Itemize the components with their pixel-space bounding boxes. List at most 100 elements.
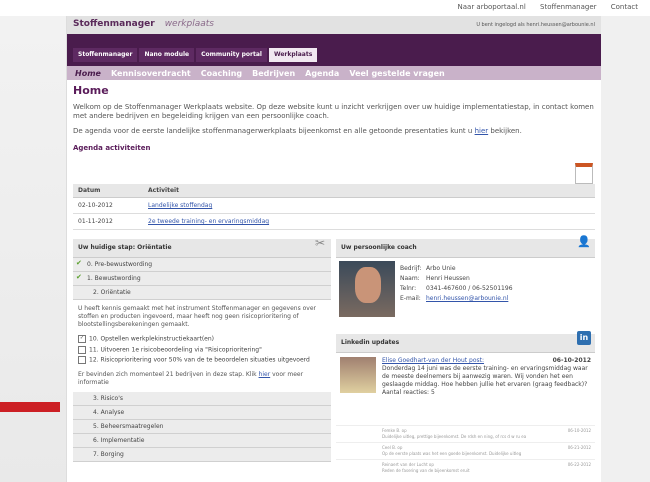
subnav-bedrijven[interactable]: Bedrijven [252,69,295,78]
reply-name: Ceel B. op [382,445,403,450]
main-content: Home Welkom op de Stoffenmanager Werkpla… [73,84,595,152]
agenda-activity-link[interactable]: Landelijke stoffendag [148,202,212,209]
calendar-icon [575,163,593,184]
step-item[interactable]: 7. Borging [73,447,331,462]
checklist-item: 11. Uitvoeren 1e risicobeoordeling via "… [73,345,331,356]
step-item[interactable]: 1. Bewustwording [73,272,331,286]
agenda-title: Agenda activiteiten [73,144,151,152]
checkbox[interactable] [78,356,86,364]
checklist-label: 10. Opstellen werkplekinstructiekaart(en… [89,335,215,343]
agenda-header-date: Datum [73,184,143,198]
linkedin-panel-header: Linkedin updates in [336,331,595,353]
step-item[interactable]: 6. Implementatie [73,433,331,448]
checklist-item: 12. Risicoprioritering voor 50% van de t… [73,355,331,366]
link-contact[interactable]: Contact [611,3,638,11]
sub-navigation: Home Kennisoverdracht Coaching Bedrijven… [67,66,601,80]
agenda-table: Datum Activiteit 02-10-2012 Landelijke s… [73,184,595,230]
tab-community-portal[interactable]: Community portal [196,48,267,62]
right-background [600,16,650,482]
table-row: 01-11-2012 2e tweede training- en ervari… [73,213,595,230]
update-text: Donderdag 14 juni was de eerste training… [382,365,588,388]
coach-info: Bedrijf: Arbo Unie Naam: Henri Heussen Tel… [400,264,513,304]
intro2-post: bekijken. [488,127,522,135]
intro2-pre: De agenda voor de eerste landelijke stof… [73,127,475,135]
step-item[interactable]: 4. Analyse [73,405,331,420]
subnav-faq[interactable]: Veel gestelde vragen [349,69,444,78]
agenda-activity: Landelijke stoffendag [143,197,595,214]
tools-icon: ✂ [314,236,325,250]
coach-phone: 0341-467600 / 06-52501196 [426,285,513,292]
linkedin-panel-title: Linkedin updates [341,339,400,346]
agenda-date: 01-11-2012 [73,213,143,230]
agenda-header-activity: Activiteit [143,184,595,198]
person-icon: 👤 [577,235,591,248]
logged-in-text: U bent ingelogd als henri.heussen@arboun… [476,22,595,28]
checklist-label: 12. Risicoprioritering voor 50% van de t… [89,356,310,364]
coach-label: Naam: [400,275,420,282]
page-title: Home [73,84,109,97]
top-links: Naar arboportaal.nl Stoffenmanager Conta… [446,3,639,11]
step-item[interactable]: 0. Pre-bewustwording [73,258,331,272]
update-author-link[interactable]: Elise Goedhart-van der Hout post: [382,357,484,364]
checkbox[interactable] [78,345,86,354]
logo[interactable]: Stoffenmanager werkplaats [73,19,214,29]
subnav-agenda[interactable]: Agenda [305,69,339,78]
update-body: Elise Goedhart-van der Hout post: Donder… [382,357,588,397]
logo-sub: werkplaats [164,19,214,29]
link-arboportaal[interactable]: Naar arboportaal.nl [458,3,526,11]
top-bar: Naar arboportaal.nl Stoffenmanager Conta… [0,0,650,16]
tab-nano-module[interactable]: Nano module [139,48,195,62]
reply-text: Duidelijke uitleg, prettige bijeenkomst.… [382,434,527,439]
intro-text-2: De agenda voor de eerste landelijke stof… [73,127,595,136]
reply-item: Ceel B. op 06-21-2012 Op de eerste plaats … [336,442,595,459]
reply-text: Reden de fasering van de bijeenkomst eru… [382,468,470,473]
linkedin-update: 06-10-2012 Elise Goedhart-van der Hout p… [336,353,595,425]
logo-name: Stoffenmanager [73,19,155,29]
coach-card: Bedrijf: Arbo Unie Naam: Henri Heussen Tel… [336,258,595,322]
step-panel-header: Uw huidige stap: Oriëntatie ✂ [73,236,331,258]
page: Stoffenmanager werkplaats U bent ingelogd… [66,16,601,482]
coach-name: Henri Heussen [426,275,470,282]
coach-panel-title: Uw persoonlijke coach [341,244,417,251]
subnav-coaching[interactable]: Coaching [201,69,242,78]
subnav-kennisoverdracht[interactable]: Kennisoverdracht [111,69,191,78]
checklist-label: 11. Uitvoeren 1e risicobeoordeling via "… [89,346,262,353]
red-accent-bar [0,402,60,412]
agenda-here-link[interactable]: hier [475,127,489,135]
reply-text: Op de eerste plaats was het een goede bi… [382,451,522,456]
reply-item: Reinaert van der Lucht op 06-22-2012 Reden… [336,459,595,476]
intro-text: Welkom op de Stoffenmanager Werkplaats w… [73,103,594,120]
step-description: U heeft kennis gemaakt met het instrumen… [78,305,317,328]
header: Stoffenmanager werkplaats U bent ingelogd… [67,16,601,34]
subnav-home[interactable]: Home [75,69,101,78]
step-item[interactable]: 3. Risico's [73,391,331,406]
coach-photo [339,261,395,317]
agenda-date: 02-10-2012 [73,197,143,214]
tab-werkplaats[interactable]: Werkplaats [268,48,318,62]
step-item-current[interactable]: 2. Oriëntatie [73,286,331,300]
step-here-link[interactable]: hier [259,371,271,378]
main-tabs: Stoffenmanager Nano module Community por… [73,48,319,62]
reply-name: Reinaert van der Lucht op [382,462,434,467]
reply-date: 06-21-2012 [567,445,591,450]
table-row: 02-10-2012 Landelijke stoffendag [73,197,595,214]
checkbox-checked[interactable]: ✓ [78,335,86,343]
linkedin-icon[interactable]: in [577,331,591,345]
coach-panel-header: Uw persoonlijke coach 👤 [336,235,595,258]
current-step-panel: Uw huidige stap: Oriëntatie ✂ 0. Pre-bew… [73,236,331,462]
tab-stoffenmanager[interactable]: Stoffenmanager [73,48,138,62]
coach-email-link[interactable]: henri.heussen@arbounie.nl [426,295,508,302]
coach-company: Arbo Unie [426,265,456,272]
left-background [0,16,66,482]
coach-label: E-mail: [400,295,421,302]
coach-face [355,267,381,303]
reply-date: 06-22-2012 [567,462,591,467]
reply-item: Femke B. op 06-10-2012 Duidelijke uitleg, … [336,425,595,442]
step-item[interactable]: 5. Beheersmaatregelen [73,419,331,434]
agenda-activity-link[interactable]: 2e tweede training- en ervaringsmiddag [148,218,269,225]
coach-label: Telnr: [400,285,417,292]
update-reactions: Aantal reacties: 5 [382,389,435,396]
reply-name: Femke B. op [382,428,407,433]
link-stoffenmanager[interactable]: Stoffenmanager [540,3,597,11]
